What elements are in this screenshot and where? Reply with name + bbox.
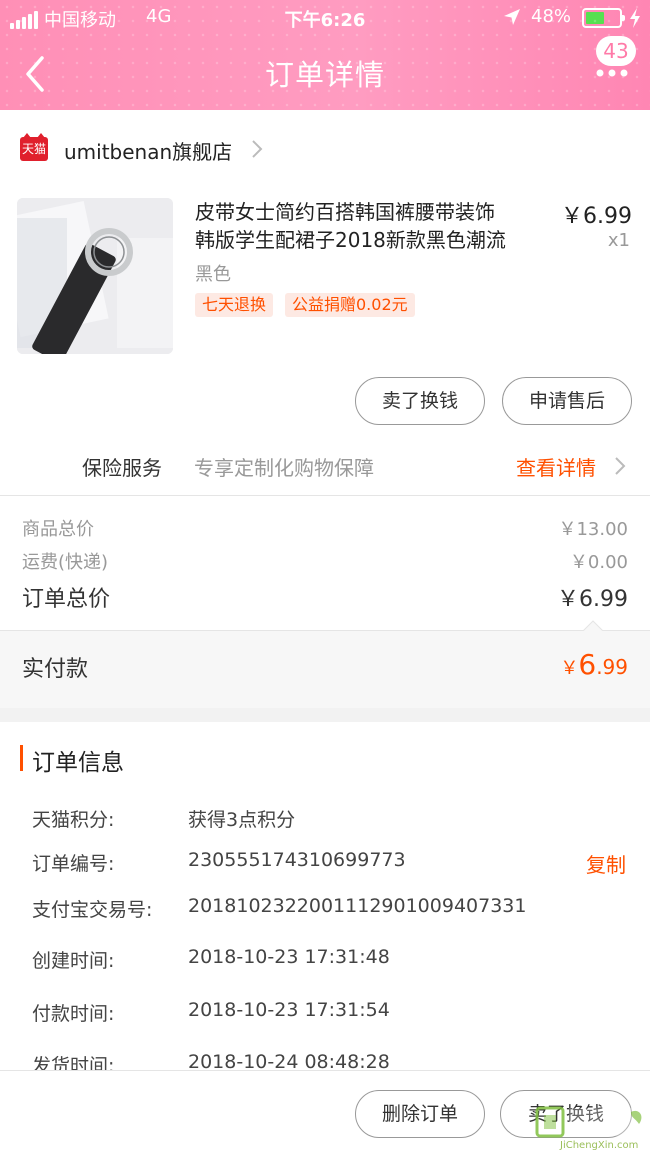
caret-up-icon [583,620,603,631]
tmall-logo-icon: 天猫 [20,133,48,161]
paid-time-value: 2018-10-23 17:31:54 [188,999,390,1021]
paid-currency: ￥ [560,658,579,679]
charging-bolt-icon [630,8,640,28]
chevron-right-icon [615,457,626,475]
shipping-label: 运费(快递) [22,552,109,573]
actual-payment-label: 实付款 [22,657,89,682]
product-quantity: x1 [607,230,630,251]
insurance-label: 保险服务 [82,456,162,480]
chevron-right-icon [252,140,263,158]
location-arrow-icon [504,9,520,25]
battery-percent: 48% [531,6,572,27]
divider [0,495,650,496]
product-image[interactable] [17,198,173,354]
store-name: umitbenan旗舰店 [64,140,233,164]
alipay-trade-label: 支付宝交易号: [32,899,153,921]
shipping-value: ￥0.00 [569,552,628,573]
insurance-description: 专享定制化购物保障 [194,456,374,480]
actual-payment-box [0,630,650,708]
points-label: 天猫积分: [32,809,115,831]
alipay-trade-value: 2018102322001112901009407331 [188,895,527,917]
section-accent-bar [20,745,23,771]
product-title[interactable]: 皮带女士简约百搭韩国裤腰带装饰 韩版学生配裙子2018新款黑色潮流 [195,198,555,254]
order-number-label: 订单编号: [32,853,115,875]
delete-order-button[interactable]: 删除订单 [355,1090,485,1138]
goods-total-value: ￥13.00 [558,519,628,540]
order-number-value: 230555174310699773 [188,849,406,871]
product-price: ￥6.99 [561,204,632,229]
paid-time-label: 付款时间: [32,1003,115,1025]
created-time-label: 创建时间: [32,950,115,972]
more-dots-icon[interactable] [592,66,632,80]
copy-order-number-button[interactable]: 复制 [586,849,626,878]
product-title-line: 韩版学生配裙子2018新款黑色潮流 [195,228,506,252]
paid-decimal: .99 [596,655,628,679]
order-info-title: 订单信息 [32,750,124,776]
battery-icon [582,8,625,28]
apply-after-sale-button[interactable]: 申请售后 [502,377,632,425]
message-count-badge[interactable]: 43 [596,36,636,66]
created-time-value: 2018-10-23 17:31:48 [188,946,390,968]
tag-seven-day-return: 七天退换 [195,293,274,317]
section-gap [0,708,650,722]
app-header: 中国移动 4G 下午6:26 48% 订单详情 43 [0,0,650,110]
page-title: 订单详情 [264,58,385,92]
watermark-text: JiChengXin.com [560,1140,639,1151]
sell-for-cash-button[interactable]: 卖了换钱 [355,377,485,425]
product-variant: 黑色 [195,264,231,285]
goods-total-label: 商品总价 [22,519,94,540]
store-row[interactable]: 天猫 umitbenan旗舰店 [0,110,650,188]
points-value: 获得3点积分 [188,809,296,831]
status-bar: 中国移动 4G 下午6:26 48% [0,0,650,36]
order-total-value: ￥6.99 [557,587,628,612]
tag-charity-donation: 公益捐赠0.02元 [285,293,415,317]
order-total-label: 订单总价 [22,587,111,612]
insurance-details-link[interactable]: 查看详情 [516,452,596,481]
actual-payment-value: ￥6.99 [560,648,628,681]
product-title-line: 皮带女士简约百搭韩国裤腰带装饰 [195,200,495,224]
paid-integer: 6 [578,648,597,681]
